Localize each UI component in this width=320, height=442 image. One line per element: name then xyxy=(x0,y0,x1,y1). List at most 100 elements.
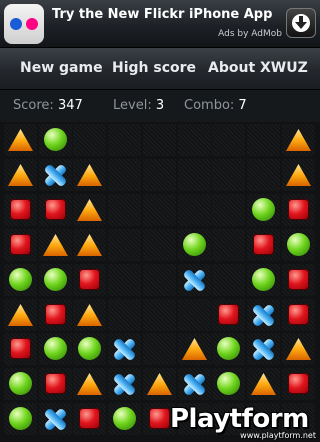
orange-triangle-gem[interactable] xyxy=(286,338,311,360)
board-cell[interactable] xyxy=(143,229,176,261)
board-cell[interactable] xyxy=(108,194,141,226)
about-button[interactable]: About XWUZ xyxy=(208,60,308,76)
board-cell[interactable] xyxy=(178,124,211,156)
green-ball-gem[interactable] xyxy=(44,268,67,291)
ad-banner[interactable]: Try the New Flickr iPhone App Ads by AdM… xyxy=(0,0,320,48)
board-cell[interactable] xyxy=(212,368,245,400)
board-cell[interactable] xyxy=(4,159,37,191)
orange-triangle-gem[interactable] xyxy=(8,164,33,186)
board-cell[interactable] xyxy=(143,159,176,191)
green-ball-gem[interactable] xyxy=(113,407,136,430)
board-cell[interactable] xyxy=(212,194,245,226)
red-square-gem[interactable] xyxy=(79,408,100,429)
board-cell[interactable] xyxy=(4,229,37,261)
board-cell[interactable] xyxy=(108,229,141,261)
red-square-gem[interactable] xyxy=(288,269,309,290)
orange-triangle-gem[interactable] xyxy=(8,129,33,151)
board-cell[interactable] xyxy=(247,159,280,191)
board-cell[interactable] xyxy=(73,159,106,191)
board-cell[interactable] xyxy=(178,159,211,191)
board-cell[interactable] xyxy=(282,333,315,365)
board-cell[interactable] xyxy=(247,264,280,296)
blue-cross-gem[interactable] xyxy=(182,372,207,397)
board-cell[interactable] xyxy=(143,368,176,400)
board-cell[interactable] xyxy=(178,368,211,400)
board-cell[interactable] xyxy=(108,299,141,331)
board-cell[interactable] xyxy=(247,194,280,226)
new-game-button[interactable]: New game xyxy=(20,60,103,76)
green-ball-gem[interactable] xyxy=(9,372,32,395)
board-cell[interactable] xyxy=(73,194,106,226)
board-cell[interactable] xyxy=(143,124,176,156)
ad-title[interactable]: Try the New Flickr iPhone App xyxy=(52,7,272,22)
green-ball-gem[interactable] xyxy=(217,337,240,360)
red-square-gem[interactable] xyxy=(253,234,274,255)
green-ball-gem[interactable] xyxy=(44,337,67,360)
blue-cross-gem[interactable] xyxy=(182,268,207,293)
red-square-gem[interactable] xyxy=(45,304,66,325)
red-square-gem[interactable] xyxy=(288,373,309,394)
red-square-gem[interactable] xyxy=(218,304,239,325)
board-cell[interactable] xyxy=(4,264,37,296)
board-cell[interactable] xyxy=(39,299,72,331)
board-cell[interactable] xyxy=(4,194,37,226)
board-cell[interactable] xyxy=(108,368,141,400)
orange-triangle-gem[interactable] xyxy=(286,164,311,186)
orange-triangle-gem[interactable] xyxy=(251,373,276,395)
board-cell[interactable] xyxy=(212,124,245,156)
orange-triangle-gem[interactable] xyxy=(77,164,102,186)
green-ball-gem[interactable] xyxy=(9,268,32,291)
orange-triangle-gem[interactable] xyxy=(43,234,68,256)
green-ball-gem[interactable] xyxy=(287,233,310,256)
board-cell[interactable] xyxy=(178,229,211,261)
red-square-gem[interactable] xyxy=(288,304,309,325)
high-score-button[interactable]: High score xyxy=(112,60,196,76)
blue-cross-gem[interactable] xyxy=(43,163,68,188)
green-ball-gem[interactable] xyxy=(252,268,275,291)
board-cell[interactable] xyxy=(212,264,245,296)
board-cell[interactable] xyxy=(4,124,37,156)
board-cell[interactable] xyxy=(282,264,315,296)
red-square-gem[interactable] xyxy=(10,338,31,359)
green-ball-gem[interactable] xyxy=(9,407,32,430)
board-cell[interactable] xyxy=(39,159,72,191)
board-cell[interactable] xyxy=(108,159,141,191)
board-cell[interactable] xyxy=(39,194,72,226)
orange-triangle-gem[interactable] xyxy=(147,373,172,395)
board-cell[interactable] xyxy=(282,299,315,331)
orange-triangle-gem[interactable] xyxy=(77,304,102,326)
orange-triangle-gem[interactable] xyxy=(286,129,311,151)
blue-cross-gem[interactable] xyxy=(112,337,137,362)
green-ball-gem[interactable] xyxy=(252,198,275,221)
board-cell[interactable] xyxy=(39,124,72,156)
board-cell[interactable] xyxy=(212,159,245,191)
board-cell[interactable] xyxy=(143,264,176,296)
red-square-gem[interactable] xyxy=(288,199,309,220)
orange-triangle-gem[interactable] xyxy=(182,338,207,360)
green-ball-gem[interactable] xyxy=(183,233,206,256)
board-cell[interactable] xyxy=(212,229,245,261)
board-cell[interactable] xyxy=(4,333,37,365)
blue-cross-gem[interactable] xyxy=(251,303,276,328)
board-cell[interactable] xyxy=(73,299,106,331)
board-cell[interactable] xyxy=(73,264,106,296)
board-cell[interactable] xyxy=(143,333,176,365)
board-cell[interactable] xyxy=(39,264,72,296)
blue-cross-gem[interactable] xyxy=(112,372,137,397)
orange-triangle-gem[interactable] xyxy=(77,373,102,395)
red-square-gem[interactable] xyxy=(45,373,66,394)
orange-triangle-gem[interactable] xyxy=(77,234,102,256)
board-cell[interactable] xyxy=(247,368,280,400)
download-arrow-icon[interactable] xyxy=(286,8,316,38)
game-board[interactable] xyxy=(4,124,316,438)
board-cell[interactable] xyxy=(282,194,315,226)
board-cell[interactable] xyxy=(4,403,37,435)
board-cell[interactable] xyxy=(178,333,211,365)
board-cell[interactable] xyxy=(108,333,141,365)
board-cell[interactable] xyxy=(282,124,315,156)
board-cell[interactable] xyxy=(39,229,72,261)
green-ball-gem[interactable] xyxy=(217,372,240,395)
orange-triangle-gem[interactable] xyxy=(77,199,102,221)
board-cell[interactable] xyxy=(282,159,315,191)
blue-cross-gem[interactable] xyxy=(43,407,68,432)
